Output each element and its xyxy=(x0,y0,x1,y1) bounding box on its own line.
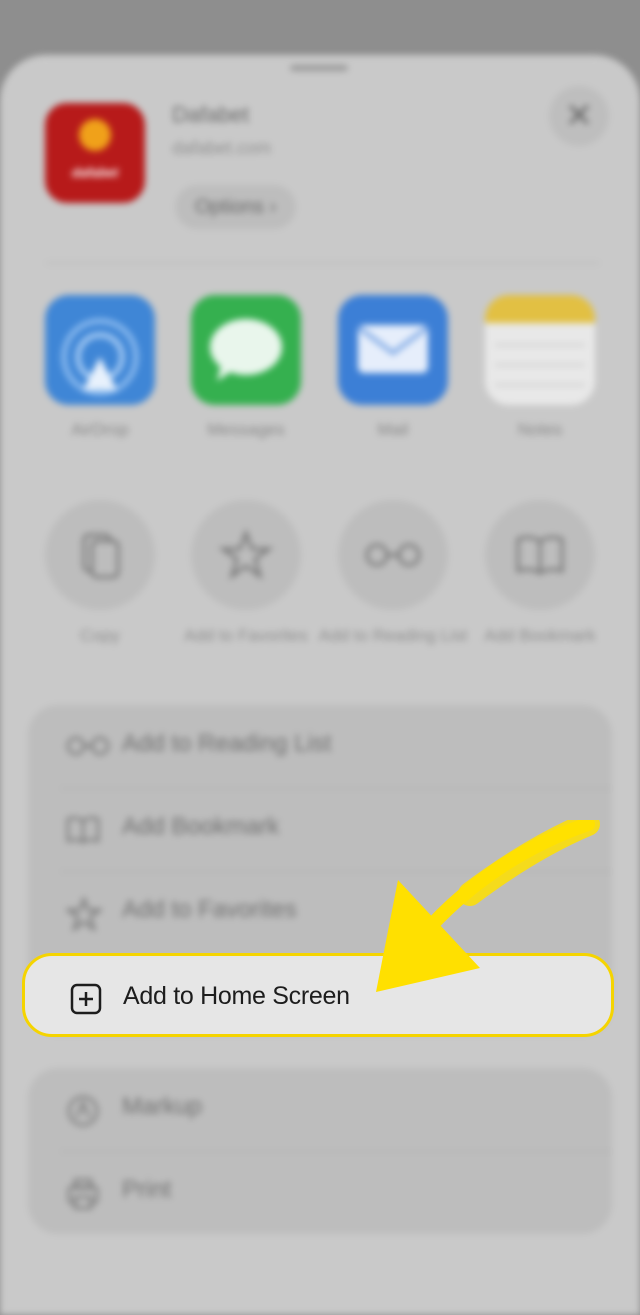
add-to-favorites-button[interactable] xyxy=(191,500,301,610)
ball-icon xyxy=(79,119,111,151)
markup-icon xyxy=(67,1095,99,1127)
printer-icon xyxy=(67,1178,99,1210)
copy-icon xyxy=(82,533,120,579)
quick-action-label-reading-list: Add to Reading List xyxy=(318,626,468,645)
share-label-airdrop: AirDrop xyxy=(71,420,129,439)
site-name: Dafabet xyxy=(172,102,250,127)
reading-list-row[interactable]: Add to Reading List xyxy=(28,705,612,788)
print-row[interactable]: Print xyxy=(28,1151,612,1234)
share-label-notes: Notes xyxy=(517,420,563,439)
book-icon xyxy=(516,535,564,575)
app-icon-brand: dafabet xyxy=(71,165,119,180)
airdrop-icon[interactable] xyxy=(45,295,155,405)
markup-row[interactable]: Markup xyxy=(28,1068,612,1151)
options-button[interactable]: Options › xyxy=(175,185,297,229)
site-app-icon: dafabet xyxy=(45,103,145,203)
sheet-grabber[interactable] xyxy=(290,65,348,71)
divider xyxy=(45,262,600,264)
notes-icon[interactable] xyxy=(485,295,595,405)
row-label: Add Bookmark xyxy=(122,813,280,840)
glasses-icon xyxy=(66,736,110,756)
quick-action-label-bookmark: Add Bookmark xyxy=(484,626,596,645)
star-icon xyxy=(66,897,102,931)
row-label: Add to Reading List xyxy=(122,730,332,757)
blurred-background: dafabet Dafabet dafabet.com Options › ✕ … xyxy=(0,0,640,1315)
add-to-home-screen-label: Add to Home Screen xyxy=(123,982,350,1010)
share-label-mail: Mail xyxy=(377,420,409,439)
quick-action-label-favorites: Add to Favorites xyxy=(184,626,308,645)
close-button[interactable]: ✕ xyxy=(549,86,609,146)
row-label: Add to Favorites xyxy=(122,896,297,923)
add-to-reading-list-button[interactable] xyxy=(338,500,448,610)
site-url: dafabet.com xyxy=(172,138,272,158)
row-label: Markup xyxy=(122,1093,203,1120)
share-label-messages: Messages xyxy=(207,420,285,439)
glasses-icon xyxy=(365,543,421,567)
mail-icon[interactable] xyxy=(338,295,448,405)
arrow-annotation-icon xyxy=(376,820,600,992)
star-icon xyxy=(218,528,274,580)
quick-action-label-copy: Copy xyxy=(80,626,120,645)
plus-square-icon xyxy=(70,983,102,1015)
chevron-right-icon: › xyxy=(269,196,277,218)
messages-icon[interactable] xyxy=(191,295,301,405)
row-label: Print xyxy=(122,1176,172,1203)
options-label: Options xyxy=(195,196,264,218)
book-icon xyxy=(66,816,100,844)
add-bookmark-button[interactable] xyxy=(485,500,595,610)
copy-button[interactable] xyxy=(45,500,155,610)
